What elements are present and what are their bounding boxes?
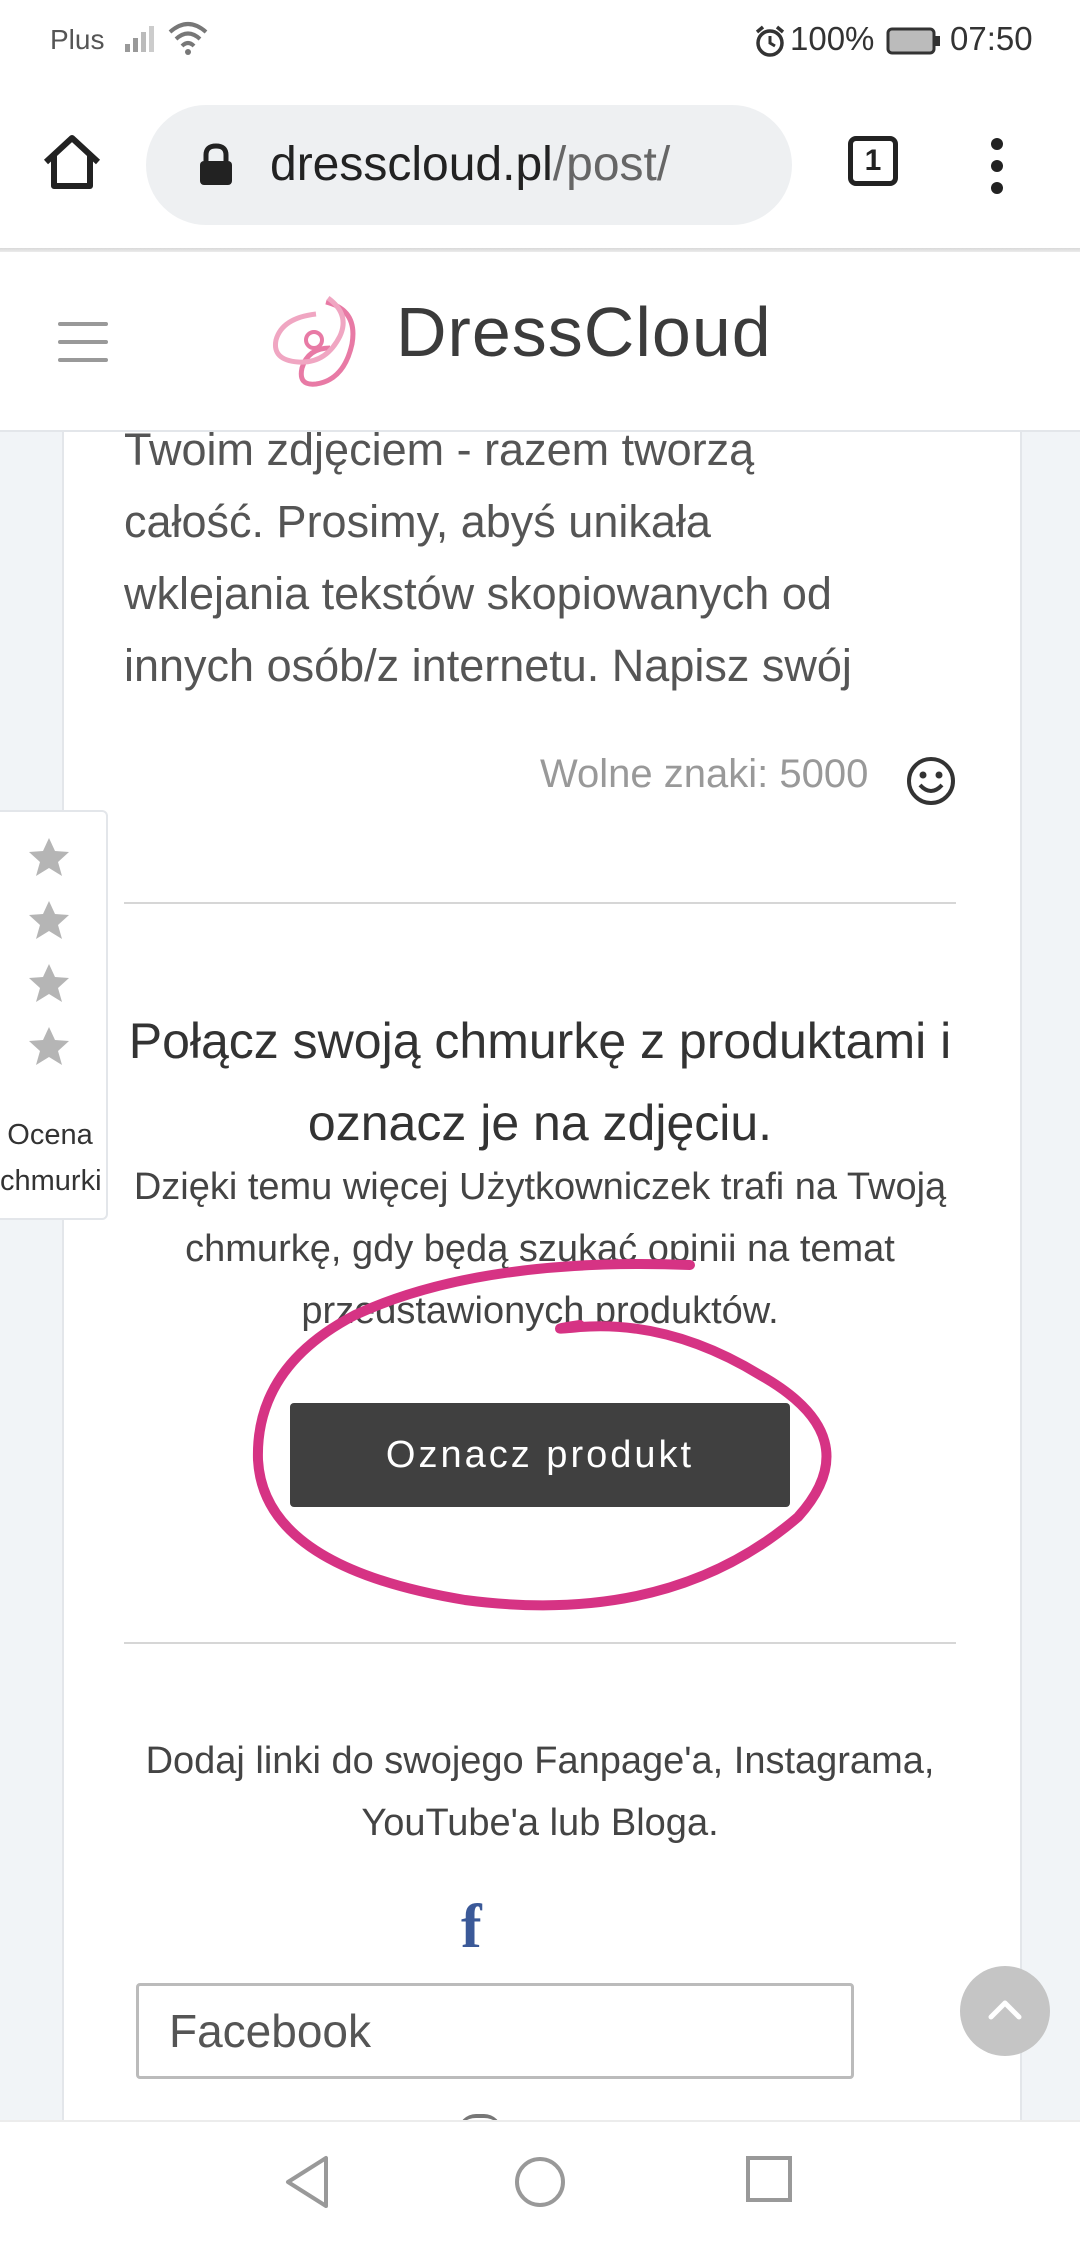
facebook-link-input[interactable] <box>136 1983 854 2079</box>
description-line: całość. Prosimy, abyś unikała <box>124 496 711 547</box>
post-description[interactable]: Twoim zdjęciem - razem tworzą całość. Pr… <box>124 414 964 702</box>
tag-section-heading: Połącz swoją chmurkę z produktami i ozna… <box>128 1013 952 1151</box>
hamburger-icon[interactable] <box>58 322 108 362</box>
description-line: wklejania tekstów skopiowanych od <box>124 568 832 619</box>
smiley-icon[interactable] <box>905 755 957 807</box>
social-links-description: Dodaj linki do swojego Fanpage'a, Instag… <box>145 1740 935 1844</box>
tab-count: 1 <box>864 144 882 177</box>
url-domain: dresscloud.pl <box>270 138 553 191</box>
url-path: /post/ <box>552 138 671 191</box>
rating-label-line: chmurki <box>0 1165 102 1197</box>
browser-toolbar: dresscloud.pl/post/ 1 <box>0 80 1080 250</box>
wifi-icon <box>168 22 208 55</box>
description-line: innych osób/z internetu. Napisz swój <box>124 640 852 691</box>
site-header: DressCloud <box>0 252 1080 432</box>
tabs-icon[interactable]: 1 <box>848 136 898 186</box>
home-circle-icon[interactable] <box>512 2154 568 2210</box>
chevron-up-icon <box>988 2000 1022 2020</box>
brand-name[interactable]: DressCloud <box>396 292 772 372</box>
star-icon[interactable] <box>27 899 71 941</box>
more-vert-icon[interactable] <box>982 136 1012 196</box>
alarm-icon <box>755 25 785 57</box>
star-icon[interactable] <box>27 962 71 1004</box>
rating-label: Ocena chmurki <box>0 1112 102 1204</box>
section-divider <box>124 1642 956 1644</box>
home-icon[interactable] <box>40 130 104 194</box>
battery-percent: 100% <box>790 20 875 57</box>
logo-icon[interactable] <box>268 288 368 394</box>
back-triangle-icon[interactable] <box>282 2154 334 2210</box>
carrier-name: Plus <box>50 24 105 55</box>
hand-drawn-circle-annotation <box>252 1259 832 1611</box>
rating-widget[interactable]: Ocena chmurki <box>0 810 108 1220</box>
system-nav-bar <box>0 2120 1080 2242</box>
clock: 07:50 <box>950 20 1033 57</box>
free-chars-counter: Wolne znaki: 5000 <box>540 752 869 796</box>
lock-icon <box>200 143 232 185</box>
address-bar[interactable]: dresscloud.pl/post/ <box>146 105 792 225</box>
signal-icon <box>125 26 154 52</box>
url-text: dresscloud.pl/post/ <box>270 137 670 192</box>
star-icon[interactable] <box>27 836 71 878</box>
section-divider <box>124 902 956 904</box>
rating-label-line: Ocena <box>7 1119 93 1151</box>
scroll-to-top-button[interactable] <box>960 1966 1050 2056</box>
recents-square-icon[interactable] <box>744 2154 794 2204</box>
battery-icon <box>886 27 940 55</box>
status-bar: Plus 100% 07:50 <box>0 0 1080 80</box>
star-icon[interactable] <box>27 1025 71 1067</box>
facebook-icon: f <box>461 1893 482 1961</box>
